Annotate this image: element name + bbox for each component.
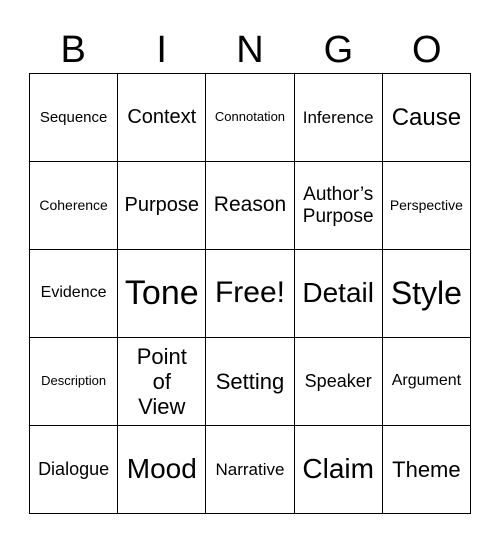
bingo-cell[interactable]: Perspective [382,162,471,250]
bingo-cell[interactable]: Dialogue [30,426,119,514]
bingo-cell[interactable]: Detail [294,250,383,338]
bingo-cell[interactable]: Speaker [294,338,383,426]
header-letter-o: O [412,29,442,71]
header-letter-i: I [156,29,167,71]
bingo-cell[interactable]: Narrative [206,426,295,514]
bingo-cell[interactable]: Connotation [206,74,295,162]
bingo-cell[interactable]: Author’s Purpose [294,162,383,250]
bingo-cell[interactable]: Style [382,250,471,338]
bingo-cell[interactable]: Theme [382,426,471,514]
bingo-cell[interactable]: Tone [118,250,207,338]
bingo-header: B I N G O [29,28,471,73]
bingo-cell[interactable]: Purpose [118,162,207,250]
header-letter-b: B [60,29,86,71]
bingo-cell[interactable]: Point of View [118,338,207,426]
bingo-cell[interactable]: Context [118,74,207,162]
bingo-grid: Sequence Context Connotation Inference C… [29,73,471,514]
bingo-cell[interactable]: Cause [382,74,471,162]
bingo-cell[interactable]: Coherence [30,162,119,250]
bingo-cell[interactable]: Setting [206,338,295,426]
bingo-cell[interactable]: Claim [294,426,383,514]
bingo-cell[interactable]: Inference [294,74,383,162]
header-letter-g: G [323,29,354,71]
bingo-cell[interactable]: Reason [206,162,295,250]
bingo-cell[interactable]: Description [30,338,119,426]
bingo-cell[interactable]: Evidence [30,250,119,338]
bingo-cell[interactable]: Mood [118,426,207,514]
bingo-cell[interactable]: Sequence [30,74,119,162]
bingo-cell[interactable]: Argument [382,338,471,426]
free-space-cell[interactable]: Free! [206,250,295,338]
header-letter-n: N [236,29,264,71]
